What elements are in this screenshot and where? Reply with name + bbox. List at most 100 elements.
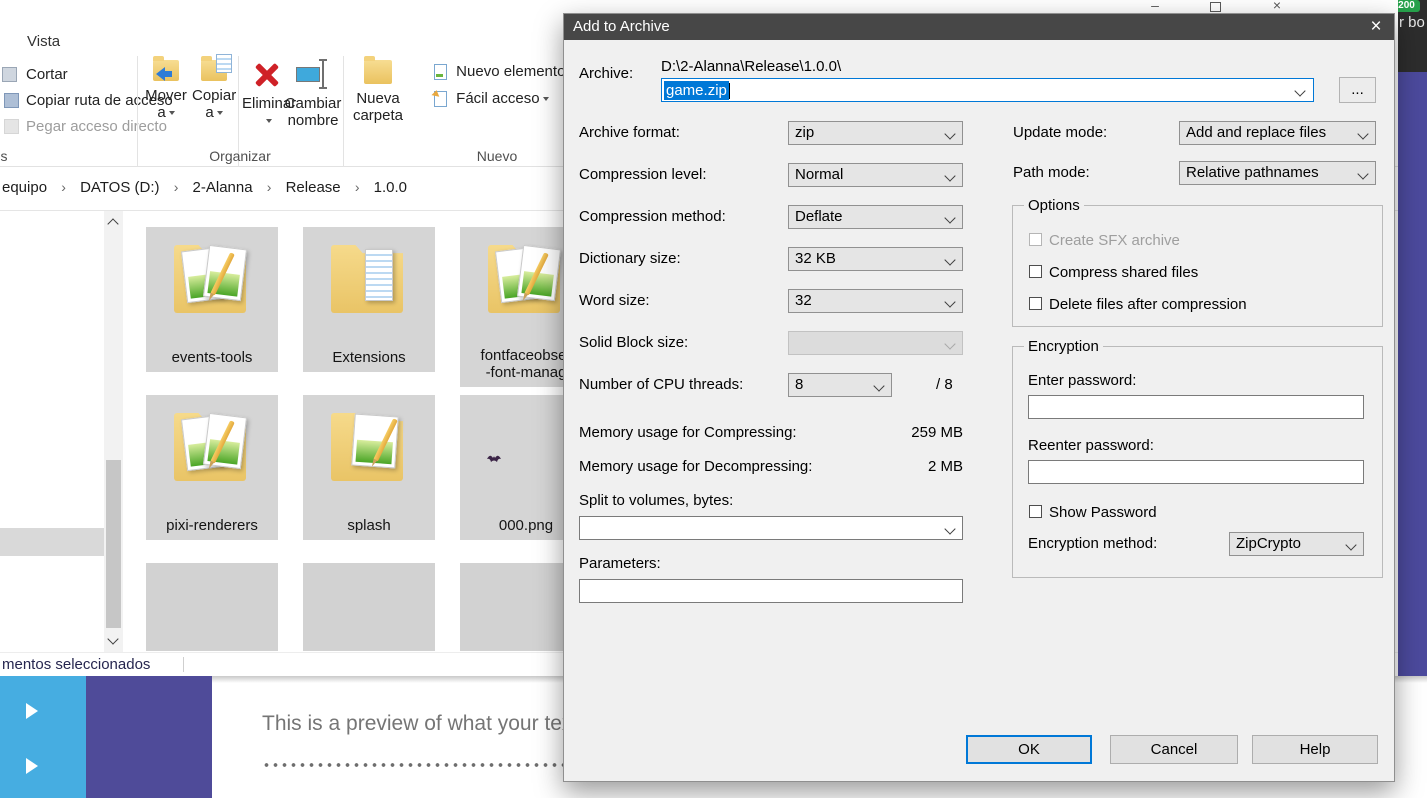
compression-level-label: Compression level: bbox=[579, 166, 707, 183]
file-tile-splash[interactable]: splash bbox=[303, 395, 435, 540]
folder-icon bbox=[482, 237, 570, 323]
split-volumes-combo[interactable] bbox=[579, 516, 963, 540]
cpu-threads-select[interactable]: 8 bbox=[788, 373, 892, 397]
dialog-title: Add to Archive bbox=[573, 18, 670, 35]
delete-after-label: Delete files after compression bbox=[1049, 296, 1247, 313]
preview-text: This is a preview of what your text bbox=[262, 712, 578, 736]
chevron-down-icon bbox=[944, 212, 955, 223]
delete-icon bbox=[252, 59, 282, 89]
file-tile-placeholder[interactable] bbox=[146, 563, 278, 651]
file-tile-placeholder[interactable] bbox=[303, 563, 435, 651]
minimize-button[interactable]: – bbox=[1140, 0, 1170, 12]
chevron-down-icon bbox=[944, 338, 955, 349]
nav-pane-selected-item[interactable] bbox=[0, 528, 104, 556]
new-folder-icon bbox=[364, 60, 392, 84]
breadcrumb-item[interactable]: Release bbox=[286, 179, 341, 196]
compression-level-select[interactable]: Normal bbox=[788, 163, 963, 187]
paste-shortcut-icon bbox=[4, 119, 19, 138]
reenter-password-label: Reenter password: bbox=[1028, 437, 1154, 454]
breadcrumb-item[interactable]: 1.0.0 bbox=[374, 179, 407, 196]
ribbon-item-nuevo-elemento[interactable]: Nuevo elemento bbox=[434, 63, 574, 80]
browse-button[interactable]: ... bbox=[1339, 77, 1376, 103]
path-mode-select[interactable]: Relative pathnames bbox=[1179, 161, 1376, 185]
word-size-select[interactable]: 32 bbox=[788, 289, 963, 313]
show-password-checkbox[interactable] bbox=[1029, 505, 1042, 518]
dictionary-size-select[interactable]: 32 KB bbox=[788, 247, 963, 271]
breadcrumb-item[interactable]: 2-Alanna bbox=[193, 179, 253, 196]
ribbon-item-facil-acceso[interactable]: Fácil acceso bbox=[434, 90, 549, 107]
enter-password-input[interactable] bbox=[1028, 395, 1364, 419]
archive-path-text: D:\2-Alanna\Release\1.0.0\ bbox=[661, 58, 841, 75]
cancel-button[interactable]: Cancel bbox=[1110, 735, 1238, 764]
dialog-close-button[interactable]: × bbox=[1360, 14, 1392, 40]
new-item-icon bbox=[434, 64, 447, 80]
maximize-icon bbox=[1210, 2, 1221, 12]
scroll-down-icon[interactable] bbox=[107, 633, 118, 644]
archive-format-label: Archive format: bbox=[579, 124, 680, 141]
archive-name-combo[interactable]: game.zip bbox=[661, 78, 1314, 102]
chevron-down-icon bbox=[944, 128, 955, 139]
chevron-down-icon bbox=[944, 523, 955, 534]
word-size-label: Word size: bbox=[579, 292, 650, 309]
ribbon-button-mover-a[interactable]: Mover a bbox=[144, 56, 188, 148]
chevron-down-icon bbox=[1357, 128, 1368, 139]
solid-block-size-select[interactable] bbox=[788, 331, 963, 355]
encryption-method-select[interactable]: ZipCrypto bbox=[1229, 532, 1364, 556]
dropdown-caret-icon bbox=[266, 119, 272, 123]
scissors-icon bbox=[2, 67, 17, 86]
dropdown-caret-icon bbox=[217, 111, 223, 115]
ok-button[interactable]: OK bbox=[966, 735, 1092, 764]
close-window-button[interactable]: × bbox=[1262, 0, 1292, 12]
ribbon-button-copiar-a[interactable]: Copiar a bbox=[192, 56, 236, 148]
ribbon-item-cortar[interactable]: Cortar bbox=[26, 66, 68, 83]
breadcrumb-separator: › bbox=[355, 179, 360, 195]
chevron-down-icon bbox=[944, 254, 955, 265]
chevron-down-icon[interactable] bbox=[1294, 85, 1305, 96]
chevron-down-icon bbox=[944, 170, 955, 181]
scroll-up-icon[interactable] bbox=[107, 218, 118, 229]
ribbon-button-cambiar-nombre[interactable]: Cambiar nombre bbox=[284, 56, 342, 148]
scrollbar-thumb[interactable] bbox=[106, 460, 121, 628]
parameters-label: Parameters: bbox=[579, 555, 661, 572]
add-to-archive-dialog: Add to Archive × Archive: D:\2-Alanna\Re… bbox=[563, 13, 1395, 782]
compress-shared-checkbox[interactable] bbox=[1029, 265, 1042, 278]
easy-access-icon bbox=[434, 91, 447, 107]
page-blue-panel bbox=[0, 676, 86, 798]
file-tile-events-tools[interactable]: events-tools bbox=[146, 227, 278, 372]
memory-decompress-label: Memory usage for Decompressing: bbox=[579, 458, 812, 475]
reenter-password-input[interactable] bbox=[1028, 460, 1364, 484]
background-text-fragment: r bo bbox=[1399, 14, 1425, 31]
archive-format-select[interactable]: zip bbox=[788, 121, 963, 145]
breadcrumb-item[interactable]: DATOS (D:) bbox=[80, 179, 159, 196]
chevron-down-icon bbox=[1357, 168, 1368, 179]
tab-vista[interactable]: Vista bbox=[27, 33, 60, 50]
encryption-method-label: Encryption method: bbox=[1028, 535, 1157, 552]
ribbon-button-nueva-carpeta[interactable]: Nueva carpeta bbox=[352, 56, 404, 148]
png-image-icon bbox=[486, 452, 502, 464]
breadcrumb-item[interactable]: equipo bbox=[2, 179, 47, 196]
page-purple-panel bbox=[86, 676, 212, 798]
options-group-title: Options bbox=[1024, 197, 1084, 214]
solid-block-size-label: Solid Block size: bbox=[579, 334, 688, 351]
play-icon[interactable] bbox=[26, 758, 38, 774]
breadcrumb-separator: › bbox=[61, 179, 66, 195]
dotted-line bbox=[262, 759, 564, 767]
maximize-button[interactable] bbox=[1200, 0, 1230, 12]
file-tile-pixi-renderers[interactable]: pixi-renderers bbox=[146, 395, 278, 540]
dropdown-caret-icon bbox=[543, 97, 549, 101]
update-mode-select[interactable]: Add and replace files bbox=[1179, 121, 1376, 145]
compression-method-select[interactable]: Deflate bbox=[788, 205, 963, 229]
help-button[interactable]: Help bbox=[1252, 735, 1378, 764]
delete-after-checkbox[interactable] bbox=[1029, 297, 1042, 310]
parameters-input[interactable] bbox=[579, 579, 963, 603]
selection-count-text: mentos seleccionados bbox=[2, 656, 150, 673]
split-volumes-label: Split to volumes, bytes: bbox=[579, 492, 733, 509]
file-tile-extensions[interactable]: Extensions bbox=[303, 227, 435, 372]
cpu-threads-total: / 8 bbox=[936, 376, 953, 393]
breadcrumb-separator: › bbox=[267, 179, 272, 195]
dialog-title-bar[interactable]: Add to Archive bbox=[564, 14, 1394, 40]
compression-method-label: Compression method: bbox=[579, 208, 726, 225]
play-icon[interactable] bbox=[26, 703, 38, 719]
create-sfx-checkbox[interactable] bbox=[1029, 233, 1042, 246]
folder-icon bbox=[325, 405, 413, 491]
